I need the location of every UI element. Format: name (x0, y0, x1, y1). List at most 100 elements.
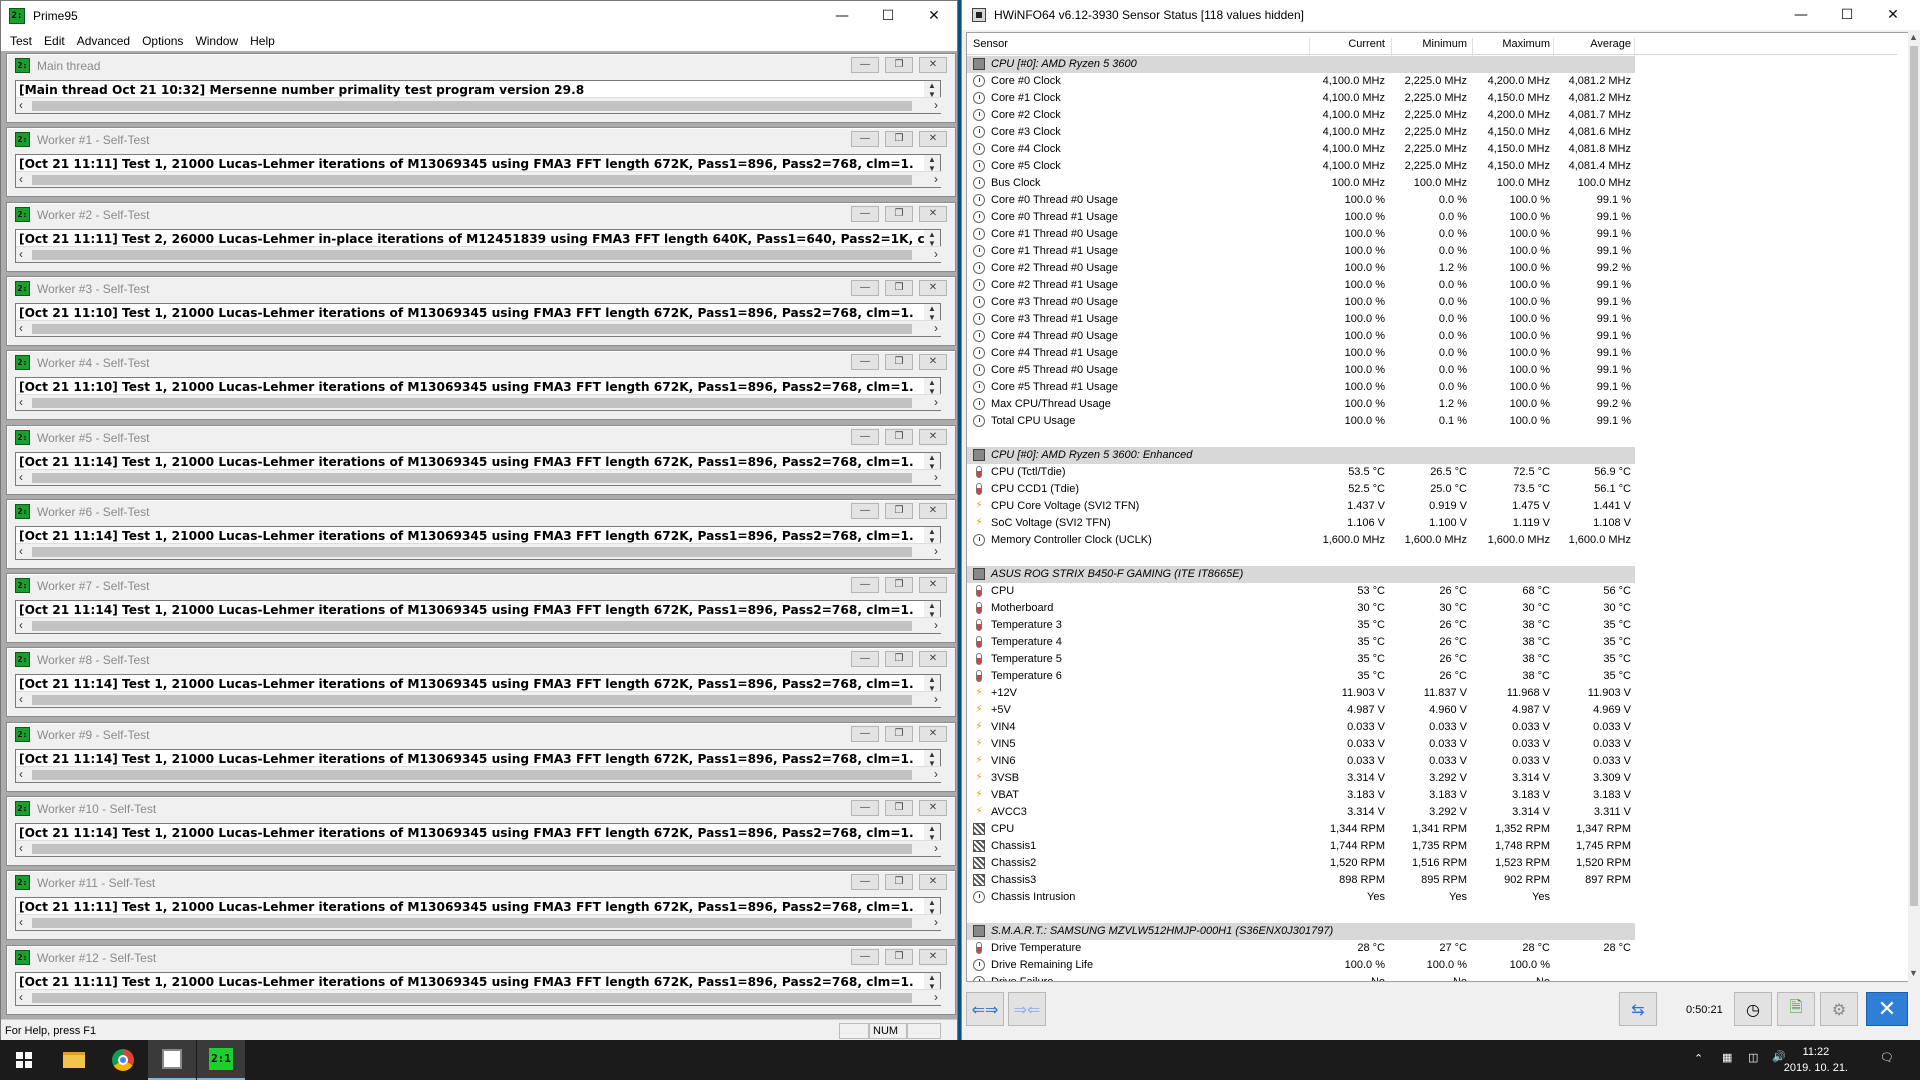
close-button[interactable]: ✕ (919, 949, 947, 965)
scroll-left-icon[interactable]: ‹ (19, 247, 23, 261)
worker-hscroll[interactable]: ‹ › (16, 320, 941, 336)
col-current[interactable]: Current (1311, 38, 1385, 50)
sensor-row[interactable]: Max CPU/Thread Usage 100.0 % 1.2 % 100.0 % 9… (967, 396, 1897, 413)
scroll-thumb[interactable] (32, 695, 912, 705)
sensor-row[interactable]: Temperature 4 35 °C 26 °C 38 °C 35 °C (967, 634, 1897, 651)
scroll-left-icon[interactable]: ‹ (19, 692, 23, 706)
close-button[interactable]: ✕ (919, 651, 947, 667)
worker-hscroll[interactable]: ‹ › (16, 989, 941, 1005)
worker-titlebar[interactable]: 2: Worker #7 - Self-Test — ❐ ✕ (7, 574, 955, 596)
worker-output[interactable]: [Oct 21 11:14] Test 1, 21000 Lucas-Lehme… (15, 823, 941, 857)
scroll-left-icon[interactable]: ‹ (19, 98, 23, 112)
worker-window[interactable]: 2: Worker #1 - Self-Test — ❐ ✕ [Oct 21 11:11]… (6, 127, 956, 197)
sensor-row[interactable]: ⚡ VIN4 0.033 V 0.033 V 0.033 V 0.033 V (967, 719, 1897, 736)
sensor-row[interactable]: Bus Clock 100.0 MHz 100.0 MHz 100.0 MHz 100.… (967, 175, 1897, 192)
sensor-row[interactable]: ⚡ CPU Core Voltage (SVI2 TFN) 1.437 V 0.919… (967, 498, 1897, 515)
worker-titlebar[interactable]: 2: Worker #12 - Self-Test — ❐ ✕ (7, 946, 955, 968)
scroll-right-icon[interactable]: › (934, 915, 938, 929)
scroll-up-icon[interactable]: ▲ (928, 675, 936, 684)
col-average[interactable]: Average (1555, 38, 1631, 50)
worker-window[interactable]: 2: Worker #3 - Self-Test — ❐ ✕ [Oct 21 11:10]… (6, 276, 956, 346)
network-icon-button[interactable]: ⇆ (1619, 992, 1657, 1026)
scroll-right-icon[interactable]: › (934, 247, 938, 261)
taskbar-prime95[interactable]: 2:1 (197, 1040, 245, 1080)
worker-titlebar[interactable]: 2: Worker #9 - Self-Test — ❐ ✕ (7, 723, 955, 745)
sensor-row[interactable]: Core #3 Thread #0 Usage 100.0 % 0.0 % 100.0… (967, 294, 1897, 311)
sensor-row[interactable]: Memory Controller Clock (UCLK) 1,600.0 MH… (967, 532, 1897, 549)
restore-button[interactable]: ❐ (885, 280, 913, 296)
restore-button[interactable]: ❐ (885, 503, 913, 519)
col-minimum[interactable]: Minimum (1393, 38, 1467, 50)
worker-output[interactable]: [Oct 21 11:14] Test 1, 21000 Lucas-Lehme… (15, 452, 941, 486)
worker-hscroll[interactable]: ‹ › (16, 691, 941, 707)
worker-window[interactable]: 2: Worker #10 - Self-Test — ❐ ✕ [Oct 21 11:14… (6, 796, 956, 866)
worker-window[interactable]: 2: Worker #2 - Self-Test — ❐ ✕ [Oct 21 11:11]… (6, 202, 956, 272)
sensor-row[interactable]: Core #5 Thread #0 Usage 100.0 % 0.0 % 100.0… (967, 362, 1897, 379)
sensor-row[interactable]: Chassis Intrusion Yes Yes Yes (967, 889, 1897, 906)
worker-window[interactable]: 2: Worker #8 - Self-Test — ❐ ✕ [Oct 21 11:14]… (6, 647, 956, 717)
close-button[interactable]: ✕ (919, 429, 947, 445)
sensor-row[interactable]: Core #3 Clock 4,100.0 MHz 2,225.0 MHz 4,150… (967, 124, 1897, 141)
scroll-thumb[interactable] (32, 473, 912, 483)
sensor-row[interactable]: Chassis3 898 RPM 895 RPM 902 RPM 897 RPM (967, 872, 1897, 889)
maximize-button[interactable]: ☐ (865, 1, 911, 31)
worker-window[interactable]: 2: Worker #7 - Self-Test — ❐ ✕ [Oct 21 11:14]… (6, 573, 956, 643)
menu-advanced[interactable]: Advanced (72, 31, 137, 51)
scroll-left-icon[interactable]: ‹ (19, 841, 23, 855)
minimize-button[interactable]: — (851, 800, 879, 816)
sensor-row[interactable]: Core #2 Thread #1 Usage 100.0 % 0.0 % 100.0… (967, 277, 1897, 294)
scroll-right-icon[interactable]: › (934, 990, 938, 1004)
minimize-button[interactable]: — (851, 651, 879, 667)
worker-hscroll[interactable]: ‹ › (16, 617, 941, 633)
worker-window[interactable]: 2: Worker #11 - Self-Test — ❐ ✕ [Oct 21 11:11… (6, 870, 956, 940)
worker-titlebar[interactable]: 2: Worker #2 - Self-Test — ❐ ✕ (7, 203, 955, 225)
scroll-right-icon[interactable]: › (934, 98, 938, 112)
scroll-right-icon[interactable]: › (934, 841, 938, 855)
worker-output[interactable]: [Oct 21 11:11] Test 1, 21000 Lucas-Lehme… (15, 154, 941, 188)
sensor-row[interactable]: Drive Temperature 28 °C 27 °C 28 °C 28 °C (967, 940, 1897, 957)
sensor-row[interactable]: Chassis1 1,744 RPM 1,735 RPM 1,748 RPM 1,745… (967, 838, 1897, 855)
sensor-row[interactable]: ⚡ +12V 11.903 V 11.837 V 11.968 V 11.903 V (967, 685, 1897, 702)
minimize-button[interactable]: — (1778, 0, 1824, 30)
scroll-up-icon[interactable]: ▲ (1909, 32, 1918, 42)
scroll-right-icon[interactable]: › (934, 172, 938, 186)
worker-window[interactable]: 2: Worker #9 - Self-Test — ❐ ✕ [Oct 21 11:14]… (6, 722, 956, 792)
worker-output[interactable]: [Oct 21 11:10] Test 1, 21000 Lucas-Lehme… (15, 377, 941, 411)
notification-icon[interactable]: 🗨 (1880, 1051, 1894, 1080)
worker-hscroll[interactable]: ‹ › (16, 914, 941, 930)
scroll-up-icon[interactable]: ▲ (928, 378, 936, 387)
minimize-button[interactable]: — (851, 280, 879, 296)
close-button[interactable]: ✕ (919, 131, 947, 147)
scroll-up-icon[interactable]: ▲ (928, 527, 936, 536)
scroll-left-icon[interactable]: ‹ (19, 618, 23, 632)
scroll-up-icon[interactable]: ▲ (928, 750, 936, 759)
close-button[interactable]: ✕ (919, 726, 947, 742)
col-sensor[interactable]: Sensor (973, 38, 1008, 50)
restore-button[interactable]: ❐ (885, 874, 913, 890)
worker-hscroll[interactable]: ‹ › (16, 171, 941, 187)
worker-output[interactable]: [Main thread Oct 21 10:32] Mersenne numb… (15, 80, 941, 114)
minimize-button[interactable]: — (851, 726, 879, 742)
worker-titlebar[interactable]: 2: Main thread — ❐ ✕ (7, 54, 955, 76)
sensor-row[interactable]: CPU (Tctl/Tdie) 53.5 °C 26.5 °C 72.5 °C 56.9… (967, 464, 1897, 481)
scroll-up-icon[interactable]: ▲ (928, 898, 936, 907)
scroll-right-icon[interactable]: › (934, 767, 938, 781)
close-button[interactable]: ✕ (919, 874, 947, 890)
minimize-button[interactable]: — (851, 577, 879, 593)
close-button[interactable]: ✕ (919, 206, 947, 222)
close-button[interactable]: ✕ (919, 577, 947, 593)
scroll-left-icon[interactable]: ‹ (19, 172, 23, 186)
sensor-row[interactable]: CPU 1,344 RPM 1,341 RPM 1,352 RPM 1,347 RPM (967, 821, 1897, 838)
close-button[interactable]: ✕ (919, 503, 947, 519)
close-button[interactable]: ✕ (1870, 0, 1916, 30)
worker-output[interactable]: [Oct 21 11:14] Test 1, 21000 Lucas-Lehme… (15, 526, 941, 560)
scroll-right-icon[interactable]: › (934, 544, 938, 558)
worker-titlebar[interactable]: 2: Worker #4 - Self-Test — ❐ ✕ (7, 351, 955, 373)
sensor-row[interactable]: Motherboard 30 °C 30 °C 30 °C 30 °C (967, 600, 1897, 617)
scroll-thumb[interactable] (32, 250, 912, 260)
worker-output[interactable]: [Oct 21 11:14] Test 1, 21000 Lucas-Lehme… (15, 600, 941, 634)
worker-output[interactable]: [Oct 21 11:10] Test 1, 21000 Lucas-Lehme… (15, 303, 941, 337)
sensor-row[interactable]: ⚡ +5V 4.987 V 4.960 V 4.987 V 4.969 V (967, 702, 1897, 719)
vertical-scrollbar[interactable]: ▲ ▼ (1908, 32, 1920, 982)
worker-titlebar[interactable]: 2: Worker #8 - Self-Test — ❐ ✕ (7, 648, 955, 670)
